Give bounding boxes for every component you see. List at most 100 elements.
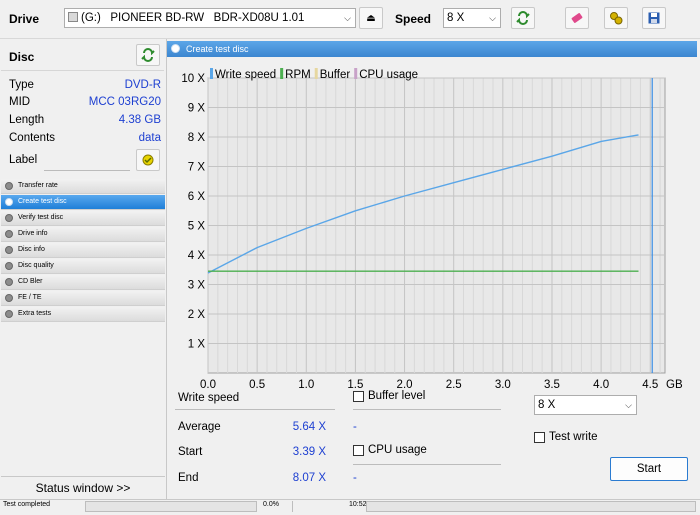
y-tick-label: 10 X xyxy=(181,73,205,85)
nav-item-extra-tests[interactable]: Extra tests xyxy=(1,307,165,322)
nav-item-create-test-disc[interactable]: Create test disc xyxy=(1,195,165,210)
nav-item-drive-info[interactable]: Drive info xyxy=(1,227,165,242)
disc-row-length: Length 4.38 GB xyxy=(9,114,161,131)
disc-icon xyxy=(5,278,13,286)
disc-value: data xyxy=(138,132,161,144)
disc-icon xyxy=(5,214,13,222)
save-icon xyxy=(648,12,660,24)
nav-item-label: Create test disc xyxy=(18,198,67,205)
x-unit-label: GB xyxy=(666,379,683,389)
legend-swatch xyxy=(280,68,284,79)
legend-entry: CPU usage xyxy=(359,69,418,81)
disc-refresh-button[interactable] xyxy=(136,44,160,66)
chevron-down-icon: ⌵ xyxy=(625,400,632,410)
label-input[interactable] xyxy=(44,151,130,171)
disc-icon xyxy=(5,294,13,302)
label-apply-button[interactable] xyxy=(136,149,160,171)
refresh-button[interactable] xyxy=(511,7,535,29)
nav-item-label: FE / TE xyxy=(18,294,42,301)
divider xyxy=(1,70,164,71)
progress-bar xyxy=(85,501,257,512)
nav-item-verify-test-disc[interactable]: Verify test disc xyxy=(1,211,165,226)
test-write-checkbox[interactable] xyxy=(534,432,545,443)
nav-item-fe-te[interactable]: FE / TE xyxy=(1,291,165,306)
status-window-button[interactable]: Status window >> xyxy=(1,476,165,499)
toolbar: Drive (G:) PIONEER BD-RW BDR-XD08U 1.01 … xyxy=(0,0,700,39)
buffer-level-value: - xyxy=(353,421,357,433)
speed-select[interactable]: 8 X ⌵ xyxy=(443,8,501,28)
legend-swatch xyxy=(354,68,358,79)
legend-entry: RPM xyxy=(285,69,311,81)
save-button[interactable] xyxy=(642,7,666,29)
legend-entry: Buffer xyxy=(320,69,351,81)
refresh-icon xyxy=(141,48,155,62)
divider xyxy=(353,409,501,410)
disc-icon xyxy=(5,230,13,238)
disc-key: Length xyxy=(9,114,45,126)
disc-row-type: Type DVD-R xyxy=(9,79,161,96)
x-tick-label: 4.0 xyxy=(593,379,609,389)
x-tick-label: 4.5 xyxy=(642,379,658,389)
disc-value: DVD-R xyxy=(124,79,161,91)
nav-item-label: Disc quality xyxy=(18,262,54,269)
legend-swatch xyxy=(314,68,318,79)
write-speed-select-value: 8 X xyxy=(538,399,556,411)
divider xyxy=(175,409,335,410)
y-tick-label: 5 X xyxy=(188,221,206,233)
nav-item-cd-bler[interactable]: CD Bler xyxy=(1,275,165,290)
disc-value: MCC 03RG20 xyxy=(88,96,161,108)
disc-icon xyxy=(5,182,13,190)
nav-item-label: Drive info xyxy=(18,230,48,237)
x-tick-label: 2.5 xyxy=(446,379,462,389)
y-tick-label: 7 X xyxy=(188,162,206,174)
nav-item-label: Verify test disc xyxy=(18,214,64,221)
erase-button[interactable] xyxy=(565,7,589,29)
options-icon xyxy=(610,12,623,25)
nav-item-label: Transfer rate xyxy=(18,182,58,189)
x-tick-label: 0.0 xyxy=(200,379,216,389)
write-speed-heading: Write speed xyxy=(178,392,240,404)
nav-item-disc-info[interactable]: Disc info xyxy=(1,243,165,258)
eject-button[interactable]: ⏏ xyxy=(359,7,383,29)
disc-icon xyxy=(5,246,13,254)
nav-item-label: Disc info xyxy=(18,246,45,253)
disc-key: Type xyxy=(9,79,34,91)
nav-item-disc-quality[interactable]: Disc quality xyxy=(1,259,165,274)
speed-label: Speed xyxy=(395,12,432,26)
disc-header: Disc xyxy=(9,50,35,64)
disc-key: MID xyxy=(9,96,31,108)
speed-select-value: 8 X xyxy=(447,12,465,24)
status-bar: Test completed 0.0% 10:52 xyxy=(0,499,700,515)
progress-text: 0.0% xyxy=(263,501,279,508)
disc-icon xyxy=(5,198,13,206)
nav-item-transfer-rate[interactable]: Transfer rate xyxy=(1,179,165,194)
chevron-down-icon: ⌵ xyxy=(344,13,351,23)
stat-end-label: End xyxy=(178,472,199,484)
write-speed-chart: 1 X 2 X 3 X 4 X 5 X 6 X 7 X 8 X 9 X 10 X 0.0 0.5 1.0… xyxy=(181,68,683,389)
stat-average-value: 5.64 X xyxy=(292,421,326,433)
status-divider xyxy=(292,501,344,512)
drive-icon xyxy=(68,12,78,22)
x-tick-label: 3.5 xyxy=(544,379,560,389)
disc-value: 4.38 GB xyxy=(118,114,161,126)
nav-item-label: Extra tests xyxy=(18,310,52,317)
start-button[interactable]: Start xyxy=(610,457,688,481)
x-tick-label: 3.0 xyxy=(495,379,511,389)
status-text: Test completed xyxy=(3,501,51,508)
disc-panel: Disc Type DVD-R MID MCC 03RG20 Length 4.… xyxy=(0,39,167,499)
drive-select[interactable]: (G:) PIONEER BD-RW BDR-XD08U 1.01 ⌵ xyxy=(64,8,356,28)
buffer-level-checkbox[interactable] xyxy=(353,391,364,402)
drive-select-value: (G:) PIONEER BD-RW BDR-XD08U 1.01 xyxy=(81,12,305,24)
write-speed-select[interactable]: 8 X ⌵ xyxy=(534,395,637,415)
y-tick-label: 6 X xyxy=(188,191,206,203)
main-panel: Create test disc 1 X2 X3 X4 X5 X6 X7 X8 … xyxy=(167,39,700,499)
cpu-usage-value: - xyxy=(353,472,357,484)
cpu-usage-checkbox[interactable] xyxy=(353,445,364,456)
options-button[interactable] xyxy=(604,7,628,29)
y-tick-label: 1 X xyxy=(188,339,206,351)
buffer-level-label: Buffer level xyxy=(368,390,426,402)
y-tick-label: 9 X xyxy=(188,103,206,115)
erase-icon xyxy=(571,13,583,23)
y-tick-label: 2 X xyxy=(188,309,206,321)
chevron-down-icon: ⌵ xyxy=(489,13,496,23)
